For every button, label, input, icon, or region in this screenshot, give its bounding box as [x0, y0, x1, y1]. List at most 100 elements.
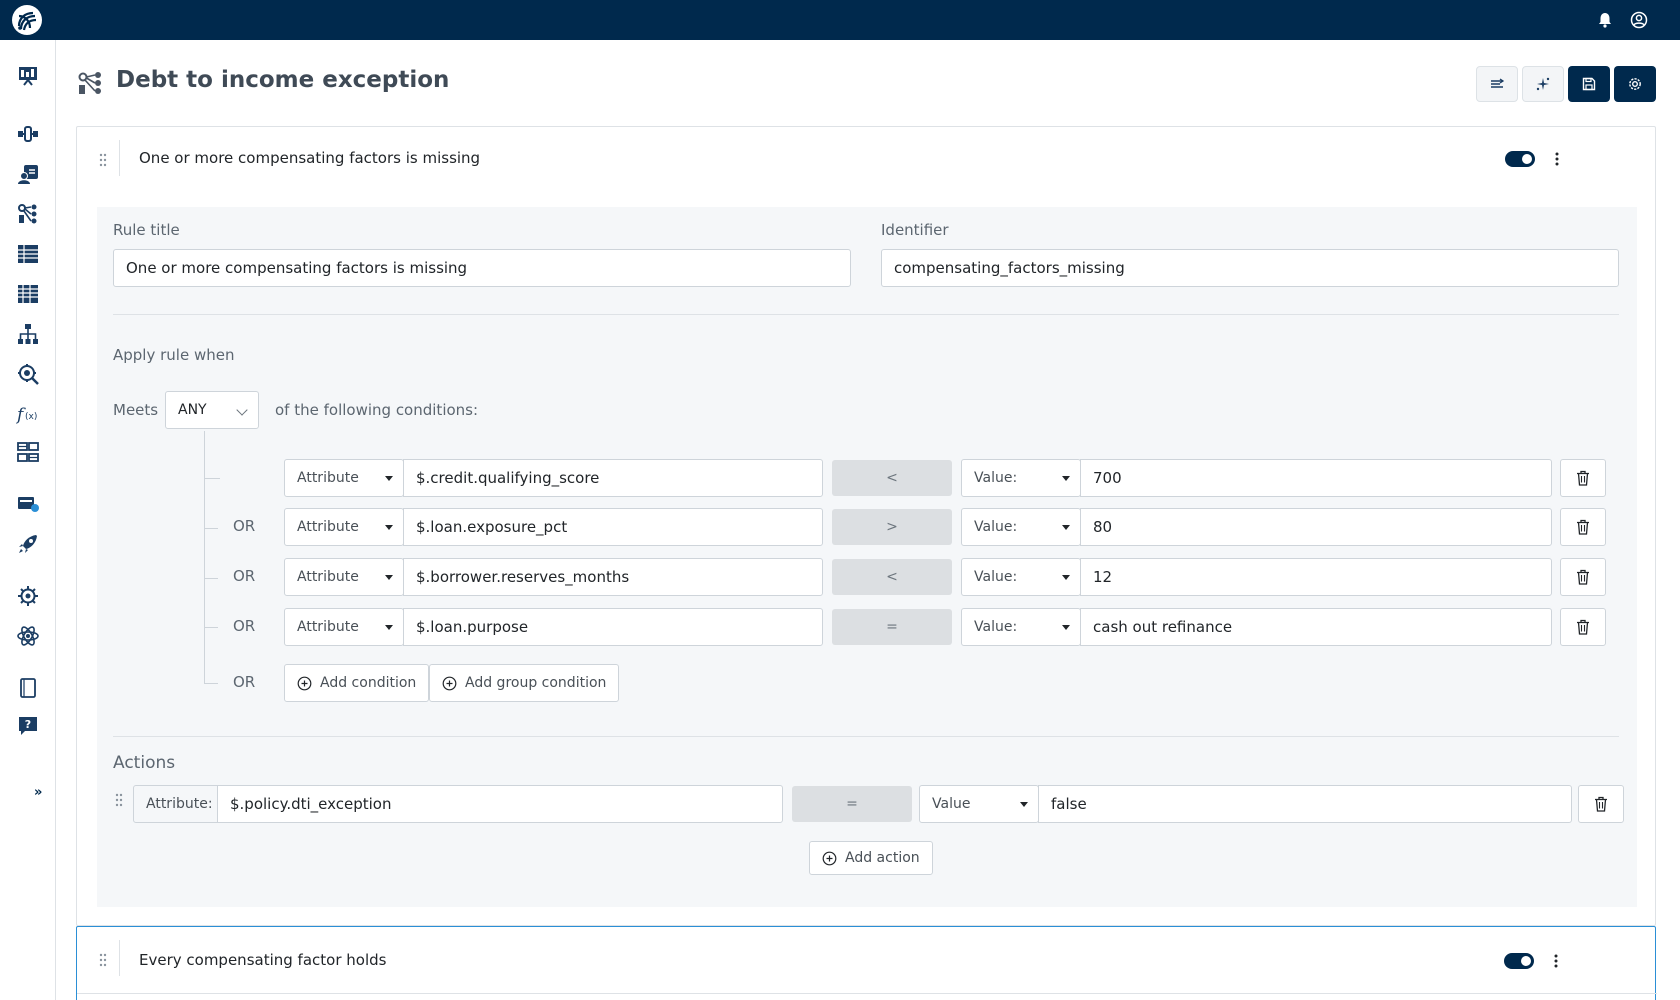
- hierarchy-icon[interactable]: [16, 322, 40, 346]
- condition-value-input[interactable]: 700: [1080, 459, 1552, 497]
- chevron-down-icon: [236, 404, 248, 416]
- filter-button[interactable]: [1476, 66, 1518, 102]
- delete-condition-button[interactable]: [1560, 608, 1606, 646]
- action-attribute-label: Attribute:: [133, 785, 218, 823]
- condition-operator[interactable]: >: [832, 509, 952, 545]
- condition-value-input[interactable]: 12: [1080, 558, 1552, 596]
- condition-type-select[interactable]: Attribute: [284, 508, 404, 546]
- plus-circle-icon: [297, 676, 312, 690]
- condition-path-input[interactable]: $.loan.exposure_pct: [403, 508, 823, 546]
- condition-type-select[interactable]: Attribute: [284, 558, 404, 596]
- condition-connector: OR: [233, 673, 256, 691]
- plus-circle-icon: [822, 851, 837, 865]
- condition-connector: OR: [233, 617, 256, 635]
- conditions-suffix-label: of the following conditions:: [275, 401, 479, 419]
- delete-condition-button[interactable]: [1560, 508, 1606, 546]
- save-button[interactable]: [1568, 66, 1610, 102]
- atom-icon[interactable]: [16, 624, 40, 648]
- condition-path-input[interactable]: $.borrower.reserves_months: [403, 558, 823, 596]
- condition-tree-branch: [204, 627, 218, 628]
- decision-tree-icon[interactable]: [16, 202, 40, 226]
- condition-tree-branch: [204, 683, 218, 684]
- add-group-condition-button[interactable]: Add group condition: [429, 664, 620, 702]
- filter-lines-icon: [1491, 78, 1505, 88]
- trash-icon: [1577, 569, 1589, 585]
- condition-operator[interactable]: <: [832, 559, 952, 595]
- meets-label: Meets: [113, 401, 159, 419]
- ai-assist-button[interactable]: [1522, 66, 1564, 102]
- caret-down-icon: [385, 625, 393, 630]
- condition-tree-line: [204, 431, 205, 683]
- meets-select[interactable]: ANY: [165, 391, 259, 429]
- delete-condition-button[interactable]: [1560, 558, 1606, 596]
- delete-condition-button[interactable]: [1560, 459, 1606, 497]
- action-value-type-select[interactable]: Value: [919, 785, 1039, 823]
- divider: [119, 140, 120, 176]
- user-circle-icon[interactable]: [1630, 11, 1648, 29]
- settings-button[interactable]: [1614, 66, 1656, 102]
- caret-down-icon: [1020, 802, 1028, 807]
- data-table-icon[interactable]: [16, 242, 40, 266]
- delete-action-button[interactable]: [1578, 785, 1624, 823]
- action-path-input[interactable]: $.policy.dti_exception: [217, 785, 783, 823]
- value-type-select[interactable]: Value:: [961, 508, 1081, 546]
- more-options-icon[interactable]: [1555, 152, 1559, 166]
- grid-table-icon[interactable]: [16, 440, 40, 464]
- list-table-icon[interactable]: [16, 282, 40, 306]
- help-icon[interactable]: ?: [16, 714, 40, 738]
- rule-enabled-toggle[interactable]: [1505, 151, 1535, 167]
- condition-path-input[interactable]: $.credit.qualifying_score: [403, 459, 823, 497]
- divider: [119, 940, 120, 976]
- integration-icon[interactable]: [16, 492, 40, 516]
- condition-operator[interactable]: <: [832, 460, 952, 496]
- value-type-select[interactable]: Value:: [961, 608, 1081, 646]
- condition-type-value: Attribute: [297, 470, 359, 486]
- condition-type-value: Attribute: [297, 619, 359, 635]
- gear-search-icon[interactable]: [16, 362, 40, 386]
- value-type-value: Value:: [974, 569, 1018, 585]
- agent-icon[interactable]: [16, 162, 40, 186]
- value-type-value: Value:: [974, 470, 1018, 486]
- caret-down-icon: [1062, 625, 1070, 630]
- bell-icon[interactable]: [1596, 11, 1614, 29]
- divider: [113, 314, 1619, 315]
- condition-operator[interactable]: =: [832, 609, 952, 645]
- condition-type-select[interactable]: Attribute: [284, 608, 404, 646]
- value-type-select[interactable]: Value:: [961, 459, 1081, 497]
- document-icon[interactable]: [16, 676, 40, 700]
- value-type-value: Value:: [974, 519, 1018, 535]
- condition-value-input[interactable]: 80: [1080, 508, 1552, 546]
- condition-path-input[interactable]: $.loan.purpose: [403, 608, 823, 646]
- function-icon[interactable]: f (x): [16, 402, 40, 426]
- drag-handle-icon[interactable]: [115, 793, 123, 807]
- espressif-logo-icon[interactable]: [11, 4, 43, 36]
- divider: [113, 736, 1619, 737]
- main-content: Debt to income exception One or more com…: [56, 40, 1680, 1000]
- rule-title[interactable]: One or more compensating factors is miss…: [139, 149, 480, 167]
- sidebar-expand-button[interactable]: »: [34, 785, 42, 800]
- rule-enabled-toggle[interactable]: [1504, 953, 1534, 969]
- identifier-input[interactable]: compensating_factors_missing: [881, 249, 1619, 287]
- value-type-select[interactable]: Value:: [961, 558, 1081, 596]
- workflow-icon[interactable]: [16, 122, 40, 146]
- virus-icon[interactable]: [16, 584, 40, 608]
- caret-down-icon: [385, 525, 393, 530]
- drag-handle-icon[interactable]: [99, 153, 107, 167]
- more-options-icon[interactable]: [1554, 954, 1558, 968]
- action-operator[interactable]: =: [792, 786, 912, 822]
- rule-title[interactable]: Every compensating factor holds: [139, 951, 386, 969]
- dashboard-icon[interactable]: [16, 64, 40, 88]
- add-action-button[interactable]: Add action: [809, 841, 933, 875]
- trash-icon: [1577, 619, 1589, 635]
- save-icon: [1582, 77, 1596, 91]
- caret-down-icon: [1062, 525, 1070, 530]
- action-value-input[interactable]: false: [1038, 785, 1572, 823]
- condition-type-select[interactable]: Attribute: [284, 459, 404, 497]
- add-condition-button[interactable]: Add condition: [284, 664, 430, 702]
- apply-rule-label: Apply rule when: [113, 346, 235, 364]
- caret-down-icon: [385, 476, 393, 481]
- rocket-icon[interactable]: [16, 532, 40, 556]
- drag-handle-icon[interactable]: [99, 953, 107, 967]
- rule-title-input[interactable]: One or more compensating factors is miss…: [113, 249, 851, 287]
- condition-value-input[interactable]: cash out refinance: [1080, 608, 1552, 646]
